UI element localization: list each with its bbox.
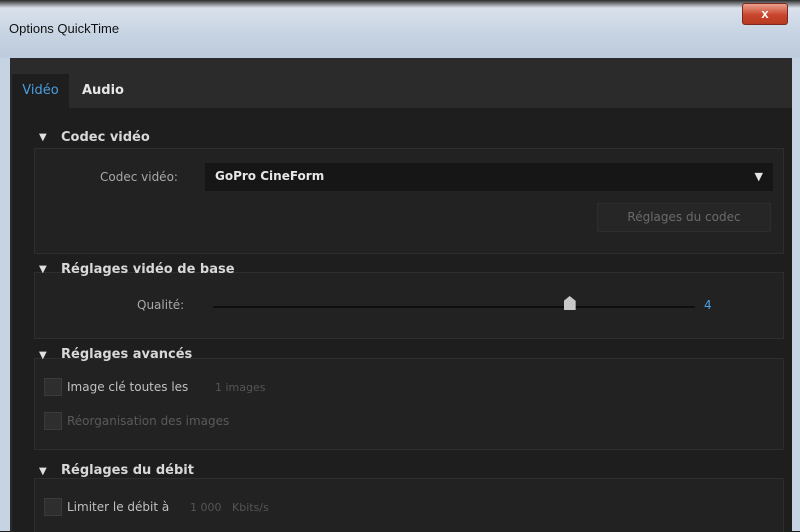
advanced-section xyxy=(34,358,784,450)
codec-selected-value: GoPro CineForm xyxy=(215,169,325,183)
quality-label: Qualité: xyxy=(137,298,185,312)
collapse-triangle-icon[interactable]: ▼ xyxy=(39,264,47,275)
codec-select[interactable]: GoPro CineForm ▼ xyxy=(205,163,773,191)
keyframe-value-field[interactable]: 1 images xyxy=(215,381,266,394)
window-title: Options QuickTime xyxy=(9,21,120,36)
bitrate-unit: Kbits/s xyxy=(232,501,269,514)
bitrate-value-field[interactable]: 1 000 xyxy=(190,501,222,514)
reorder-label: Réorganisation des images xyxy=(67,414,230,428)
collapse-triangle-icon[interactable]: ▼ xyxy=(39,132,47,143)
quality-value[interactable]: 4 xyxy=(704,298,712,312)
tab-video[interactable]: Vidéo xyxy=(12,74,69,108)
bitrate-limit-label: Limiter le débit à xyxy=(67,500,170,514)
codec-section-title: Codec vidéo xyxy=(61,130,150,145)
bitrate-section-title: Réglages du débit xyxy=(61,463,194,478)
collapse-triangle-icon[interactable]: ▼ xyxy=(39,466,47,477)
frame-left-border xyxy=(0,58,10,531)
chevron-down-icon: ▼ xyxy=(754,170,763,183)
title-bar: Options QuickTime xyxy=(0,0,800,58)
frame-right-border xyxy=(792,58,800,531)
top-shadow xyxy=(0,0,800,8)
quality-slider[interactable] xyxy=(213,306,695,308)
tab-audio[interactable]: Audio xyxy=(72,74,134,108)
codec-label: Codec vidéo: xyxy=(100,170,178,184)
reorder-checkbox[interactable] xyxy=(44,412,62,430)
collapse-triangle-icon[interactable]: ▼ xyxy=(39,350,47,361)
bitrate-limit-checkbox[interactable] xyxy=(44,498,62,516)
codec-settings-button[interactable]: Réglages du codec xyxy=(597,203,771,232)
basic-video-section-title: Réglages vidéo de base xyxy=(61,262,235,277)
advanced-section-title: Réglages avancés xyxy=(61,347,193,362)
keyframe-checkbox[interactable] xyxy=(44,378,62,396)
close-button[interactable]: x xyxy=(742,3,788,25)
keyframe-label: Image clé toutes les xyxy=(67,380,189,394)
